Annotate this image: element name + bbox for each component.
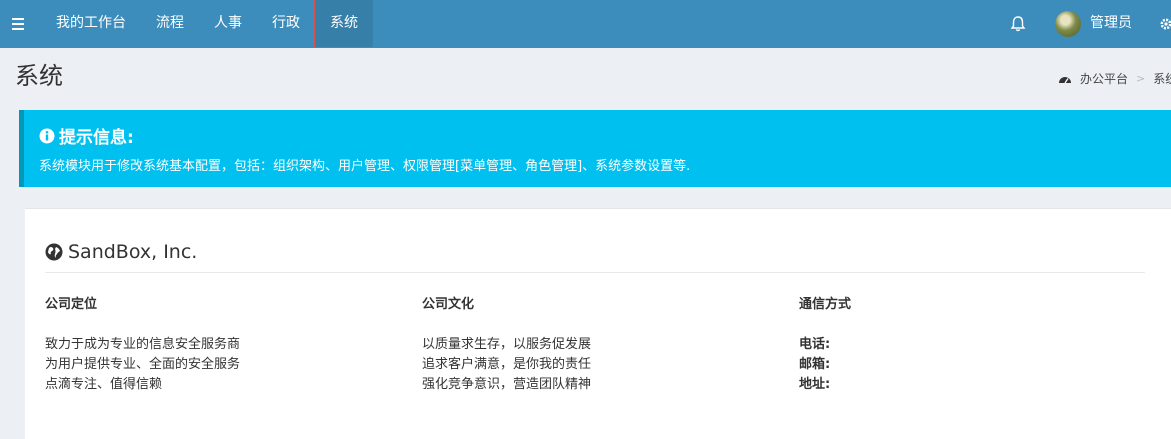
- column-heading: 通信方式: [799, 297, 852, 312]
- column-line: 强化竞争意识，营造团队精神: [422, 377, 592, 392]
- contact-address-label: 地址:: [799, 377, 831, 392]
- info-callout: 提示信息: 系统模块用于修改系统基本配置，包括：组织架构、用户管理、权限管理[菜…: [19, 110, 1171, 187]
- box-title: SandBox, Inc.: [45, 241, 197, 263]
- company-box: SandBox, Inc. 公司定位 致力于成为专业的信息安全服务商 为用户提供…: [25, 208, 1171, 439]
- avatar[interactable]: [1055, 11, 1081, 37]
- gear-icon[interactable]: [1159, 17, 1171, 31]
- breadcrumb-current: 系统: [1153, 72, 1171, 86]
- breadcrumb-separator: >: [1136, 72, 1146, 85]
- column-contact: 通信方式 电话: 邮箱: 地址:: [799, 295, 851, 395]
- top-navbar: 我的工作台 流程 人事 行政 系统 管理员: [0, 0, 1171, 48]
- contact-phone-label: 电话:: [799, 337, 831, 352]
- column-line: 以质量求生存，以服务促发展: [422, 337, 592, 352]
- column-culture: 公司文化 以质量求生存，以服务促发展 追求客户满意，是你我的责任 强化竞争意识，…: [422, 295, 591, 395]
- nav-item-system[interactable]: 系统: [314, 0, 374, 48]
- nav-item-workbench[interactable]: 我的工作台: [56, 0, 126, 48]
- user-name[interactable]: 管理员: [1090, 0, 1132, 48]
- column-heading: 公司定位: [45, 297, 98, 312]
- column-line: 点滴专注、值得信赖: [45, 377, 163, 392]
- nav-item-hr[interactable]: 人事: [214, 0, 242, 48]
- dashboard-icon: [1059, 76, 1071, 83]
- callout-text: 系统模块用于修改系统基本配置，包括：组织架构、用户管理、权限管理[菜单管理、角色…: [39, 159, 691, 174]
- column-line: 致力于成为专业的信息安全服务商: [45, 337, 241, 352]
- divider: [45, 272, 1145, 273]
- callout-title: 提示信息:: [39, 123, 134, 148]
- menu-icon[interactable]: [10, 14, 30, 34]
- breadcrumb: 办公平台 > 系统: [1058, 70, 1171, 87]
- column-heading: 公司文化: [422, 297, 475, 312]
- contact-email-label: 邮箱:: [799, 357, 831, 372]
- company-name: SandBox, Inc.: [68, 241, 198, 263]
- globe-icon: [45, 243, 63, 261]
- nav-item-process[interactable]: 流程: [156, 0, 184, 48]
- bell-icon[interactable]: [1009, 14, 1027, 34]
- column-line: 为用户提供专业、全面的安全服务: [45, 357, 241, 372]
- column-positioning: 公司定位 致力于成为专业的信息安全服务商 为用户提供专业、全面的安全服务 点滴专…: [45, 295, 240, 395]
- column-line: 追求客户满意，是你我的责任: [422, 357, 592, 372]
- page-title: 系统: [15, 62, 63, 90]
- nav-item-admin[interactable]: 行政: [272, 0, 300, 48]
- breadcrumb-home[interactable]: 办公平台: [1080, 70, 1128, 87]
- info-icon: [39, 128, 55, 143]
- callout-title-text: 提示信息:: [59, 128, 134, 148]
